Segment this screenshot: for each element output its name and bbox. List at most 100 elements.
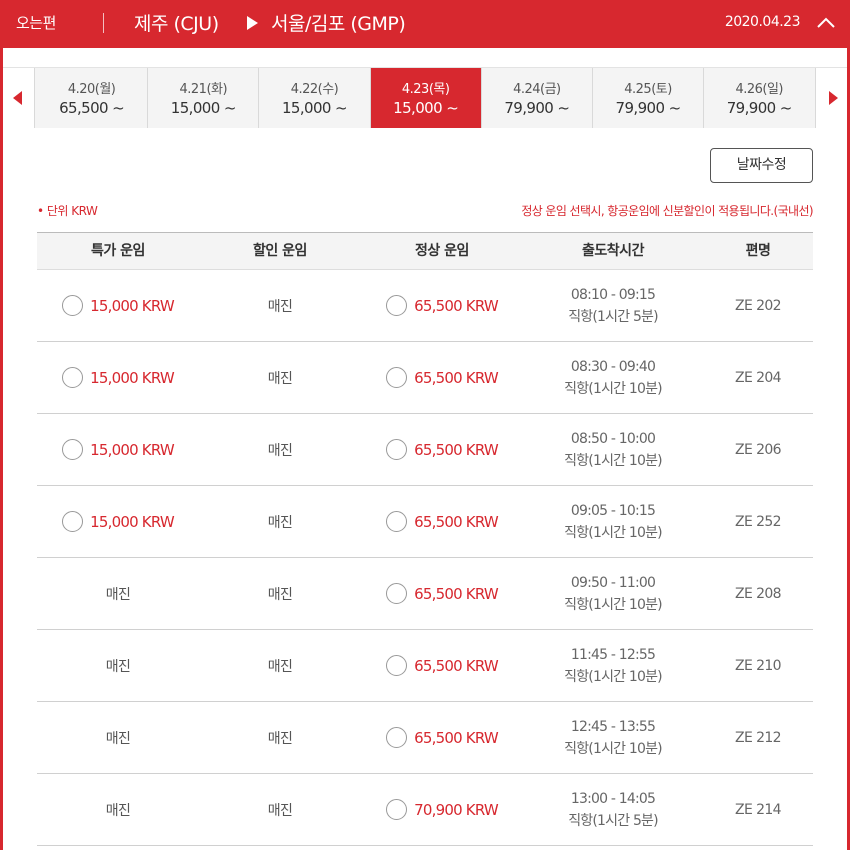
fare-table: 특가 운임 할인 운임 정상 운임 출도착시간 편명 15,000 KRW 매진 6…: [37, 232, 813, 846]
date-tab-date: 4.21(화): [179, 82, 228, 97]
triangle-left-icon: [13, 91, 22, 105]
radio-button[interactable]: [386, 583, 408, 604]
special-fare-price: 15,000 KRW: [90, 296, 175, 315]
direction-label: 오는편: [16, 14, 56, 32]
normal-fare-cell: 65,500 KRW: [361, 414, 523, 486]
normal-fare-option[interactable]: 65,500 KRW: [386, 583, 499, 604]
date-tab[interactable]: 4.21(화) 15,000 ~: [147, 68, 259, 128]
flight-duration: 직항(1시간 10분): [564, 452, 663, 469]
date-tab[interactable]: 4.25(토) 79,900 ~: [591, 68, 704, 128]
normal-fare-option[interactable]: 70,900 KRW: [386, 799, 499, 820]
radio-button[interactable]: [386, 655, 408, 676]
fare-panel: 4.20(월) 65,500 ~ 4.21(화) 15,000 ~ 4.22(수) 15,…: [3, 48, 847, 850]
radio-button[interactable]: [386, 439, 408, 460]
normal-fare-cell: 65,500 KRW: [361, 702, 523, 774]
table-row: 매진 매진 65,500 KRW 11:45 - 12:55 직항(1시간 10분) ZE…: [37, 630, 813, 702]
prev-week-button[interactable]: [3, 68, 35, 128]
normal-fare-cell: 65,500 KRW: [361, 270, 523, 342]
date-tab-date: 4.24(금): [513, 82, 561, 97]
special-fare-option[interactable]: 15,000 KRW: [62, 439, 175, 460]
date-tab-date: 4.26(일): [735, 82, 783, 97]
normal-fare-option[interactable]: 65,500 KRW: [386, 511, 499, 532]
special-fare-option[interactable]: 15,000 KRW: [62, 295, 175, 316]
normal-fare-price: 65,500 KRW: [414, 440, 499, 459]
discount-fare-cell: 매진: [199, 414, 361, 486]
flight-duration: 직항(1시간 5분): [568, 812, 658, 829]
normal-fare-option[interactable]: 65,500 KRW: [386, 367, 499, 388]
schedule-cell: 08:50 - 10:00 직항(1시간 10분): [523, 414, 703, 486]
special-fare-cell: 매진: [37, 774, 199, 846]
schedule-cell: 12:45 - 13:55 직항(1시간 10분): [523, 702, 703, 774]
normal-fare-cell: 70,900 KRW: [361, 774, 523, 846]
table-row: 매진 매진 65,500 KRW 12:45 - 13:55 직항(1시간 10분) ZE…: [37, 702, 813, 774]
departure-arrival-time: 12:45 - 13:55: [570, 718, 656, 735]
special-fare-soldout: 매진: [105, 658, 131, 675]
flight-duration: 직항(1시간 10분): [564, 740, 663, 757]
normal-fare-cell: 65,500 KRW: [361, 558, 523, 630]
departure-arrival-time: 09:05 - 10:15: [570, 502, 656, 519]
discount-fare-cell: 매진: [199, 270, 361, 342]
flight-number: ZE 214: [734, 801, 782, 818]
normal-fare-option[interactable]: 65,500 KRW: [386, 655, 499, 676]
special-fare-cell: 15,000 KRW: [37, 414, 199, 486]
date-tab-price: 15,000 ~: [281, 99, 348, 117]
departure-arrival-time: 08:30 - 09:40: [570, 358, 656, 375]
special-fare-cell: 15,000 KRW: [37, 486, 199, 558]
next-week-button[interactable]: [815, 68, 847, 128]
edit-date-button[interactable]: 날짜수정: [710, 148, 813, 183]
special-fare-cell: 매진: [37, 702, 199, 774]
flight-number: ZE 210: [734, 657, 782, 674]
discount-fare-soldout: 매진: [267, 298, 293, 315]
schedule-cell: 09:50 - 11:00 직항(1시간 10분): [523, 558, 703, 630]
selected-date: 2020.04.23: [724, 14, 801, 30]
schedule-cell: 11:45 - 12:55 직항(1시간 10분): [523, 630, 703, 702]
date-tab[interactable]: 4.23(목) 15,000 ~: [369, 68, 481, 128]
departure-arrival-time: 11:45 - 12:55: [570, 646, 656, 663]
radio-button[interactable]: [386, 511, 408, 532]
radio-button[interactable]: [386, 727, 408, 748]
normal-fare-option[interactable]: 65,500 KRW: [386, 727, 499, 748]
radio-button[interactable]: [62, 295, 84, 316]
date-tab[interactable]: 4.20(월) 65,500 ~: [36, 68, 148, 128]
normal-fare-option[interactable]: 65,500 KRW: [386, 295, 499, 316]
normal-fare-price: 65,500 KRW: [414, 584, 499, 603]
special-fare-option[interactable]: 15,000 KRW: [62, 367, 175, 388]
currency-unit-note: • 단위 KRW: [37, 204, 98, 218]
schedule-cell: 09:05 - 10:15 직항(1시간 10분): [523, 486, 703, 558]
date-tab[interactable]: 4.26(일) 79,900 ~: [703, 68, 815, 128]
chevron-up-icon[interactable]: [814, 11, 838, 35]
radio-button[interactable]: [386, 799, 408, 820]
discount-fare-soldout: 매진: [267, 514, 293, 531]
discount-fare-soldout: 매진: [267, 370, 293, 387]
date-tab-date: 4.23(목): [401, 82, 450, 97]
flight-duration: 직항(1시간 10분): [564, 668, 663, 685]
discount-fare-soldout: 매진: [267, 802, 293, 819]
special-fare-cell: 15,000 KRW: [37, 270, 199, 342]
date-tab-price: 65,500 ~: [59, 99, 125, 117]
flight-number: ZE 202: [734, 297, 782, 314]
flight-number: ZE 252: [734, 513, 782, 530]
special-fare-option[interactable]: 15,000 KRW: [62, 511, 175, 532]
discount-fare-cell: 매진: [199, 630, 361, 702]
special-fare-soldout: 매진: [105, 802, 131, 819]
header-divider: [103, 13, 104, 33]
date-tab[interactable]: 4.22(수) 15,000 ~: [258, 68, 370, 128]
radio-button[interactable]: [386, 367, 408, 388]
special-fare-cell: 15,000 KRW: [37, 342, 199, 414]
departure-arrival-time: 09:50 - 11:00: [570, 574, 656, 591]
radio-button[interactable]: [62, 511, 84, 532]
radio-button[interactable]: [62, 439, 84, 460]
table-body: 15,000 KRW 매진 65,500 KRW 08:10 - 09:15 직항(1시…: [37, 270, 813, 846]
special-fare-soldout: 매진: [105, 586, 131, 603]
table-row: 매진 매진 70,900 KRW 13:00 - 14:05 직항(1시간 5분) ZE …: [37, 774, 813, 846]
radio-button[interactable]: [62, 367, 84, 388]
normal-fare-cell: 65,500 KRW: [361, 486, 523, 558]
radio-button[interactable]: [386, 295, 408, 316]
normal-fare-price: 65,500 KRW: [414, 512, 499, 531]
table-row: 매진 매진 65,500 KRW 09:50 - 11:00 직항(1시간 10분) ZE…: [37, 558, 813, 630]
normal-fare-option[interactable]: 65,500 KRW: [386, 439, 499, 460]
date-tab[interactable]: 4.24(금) 79,900 ~: [480, 68, 592, 128]
date-tab-date: 4.20(월): [67, 82, 116, 97]
route-header: 오는편 제주 (CJU) 서울/김포 (GMP) 2020.04.23: [0, 0, 850, 48]
destination-airport: 서울/김포 (GMP): [271, 13, 406, 35]
